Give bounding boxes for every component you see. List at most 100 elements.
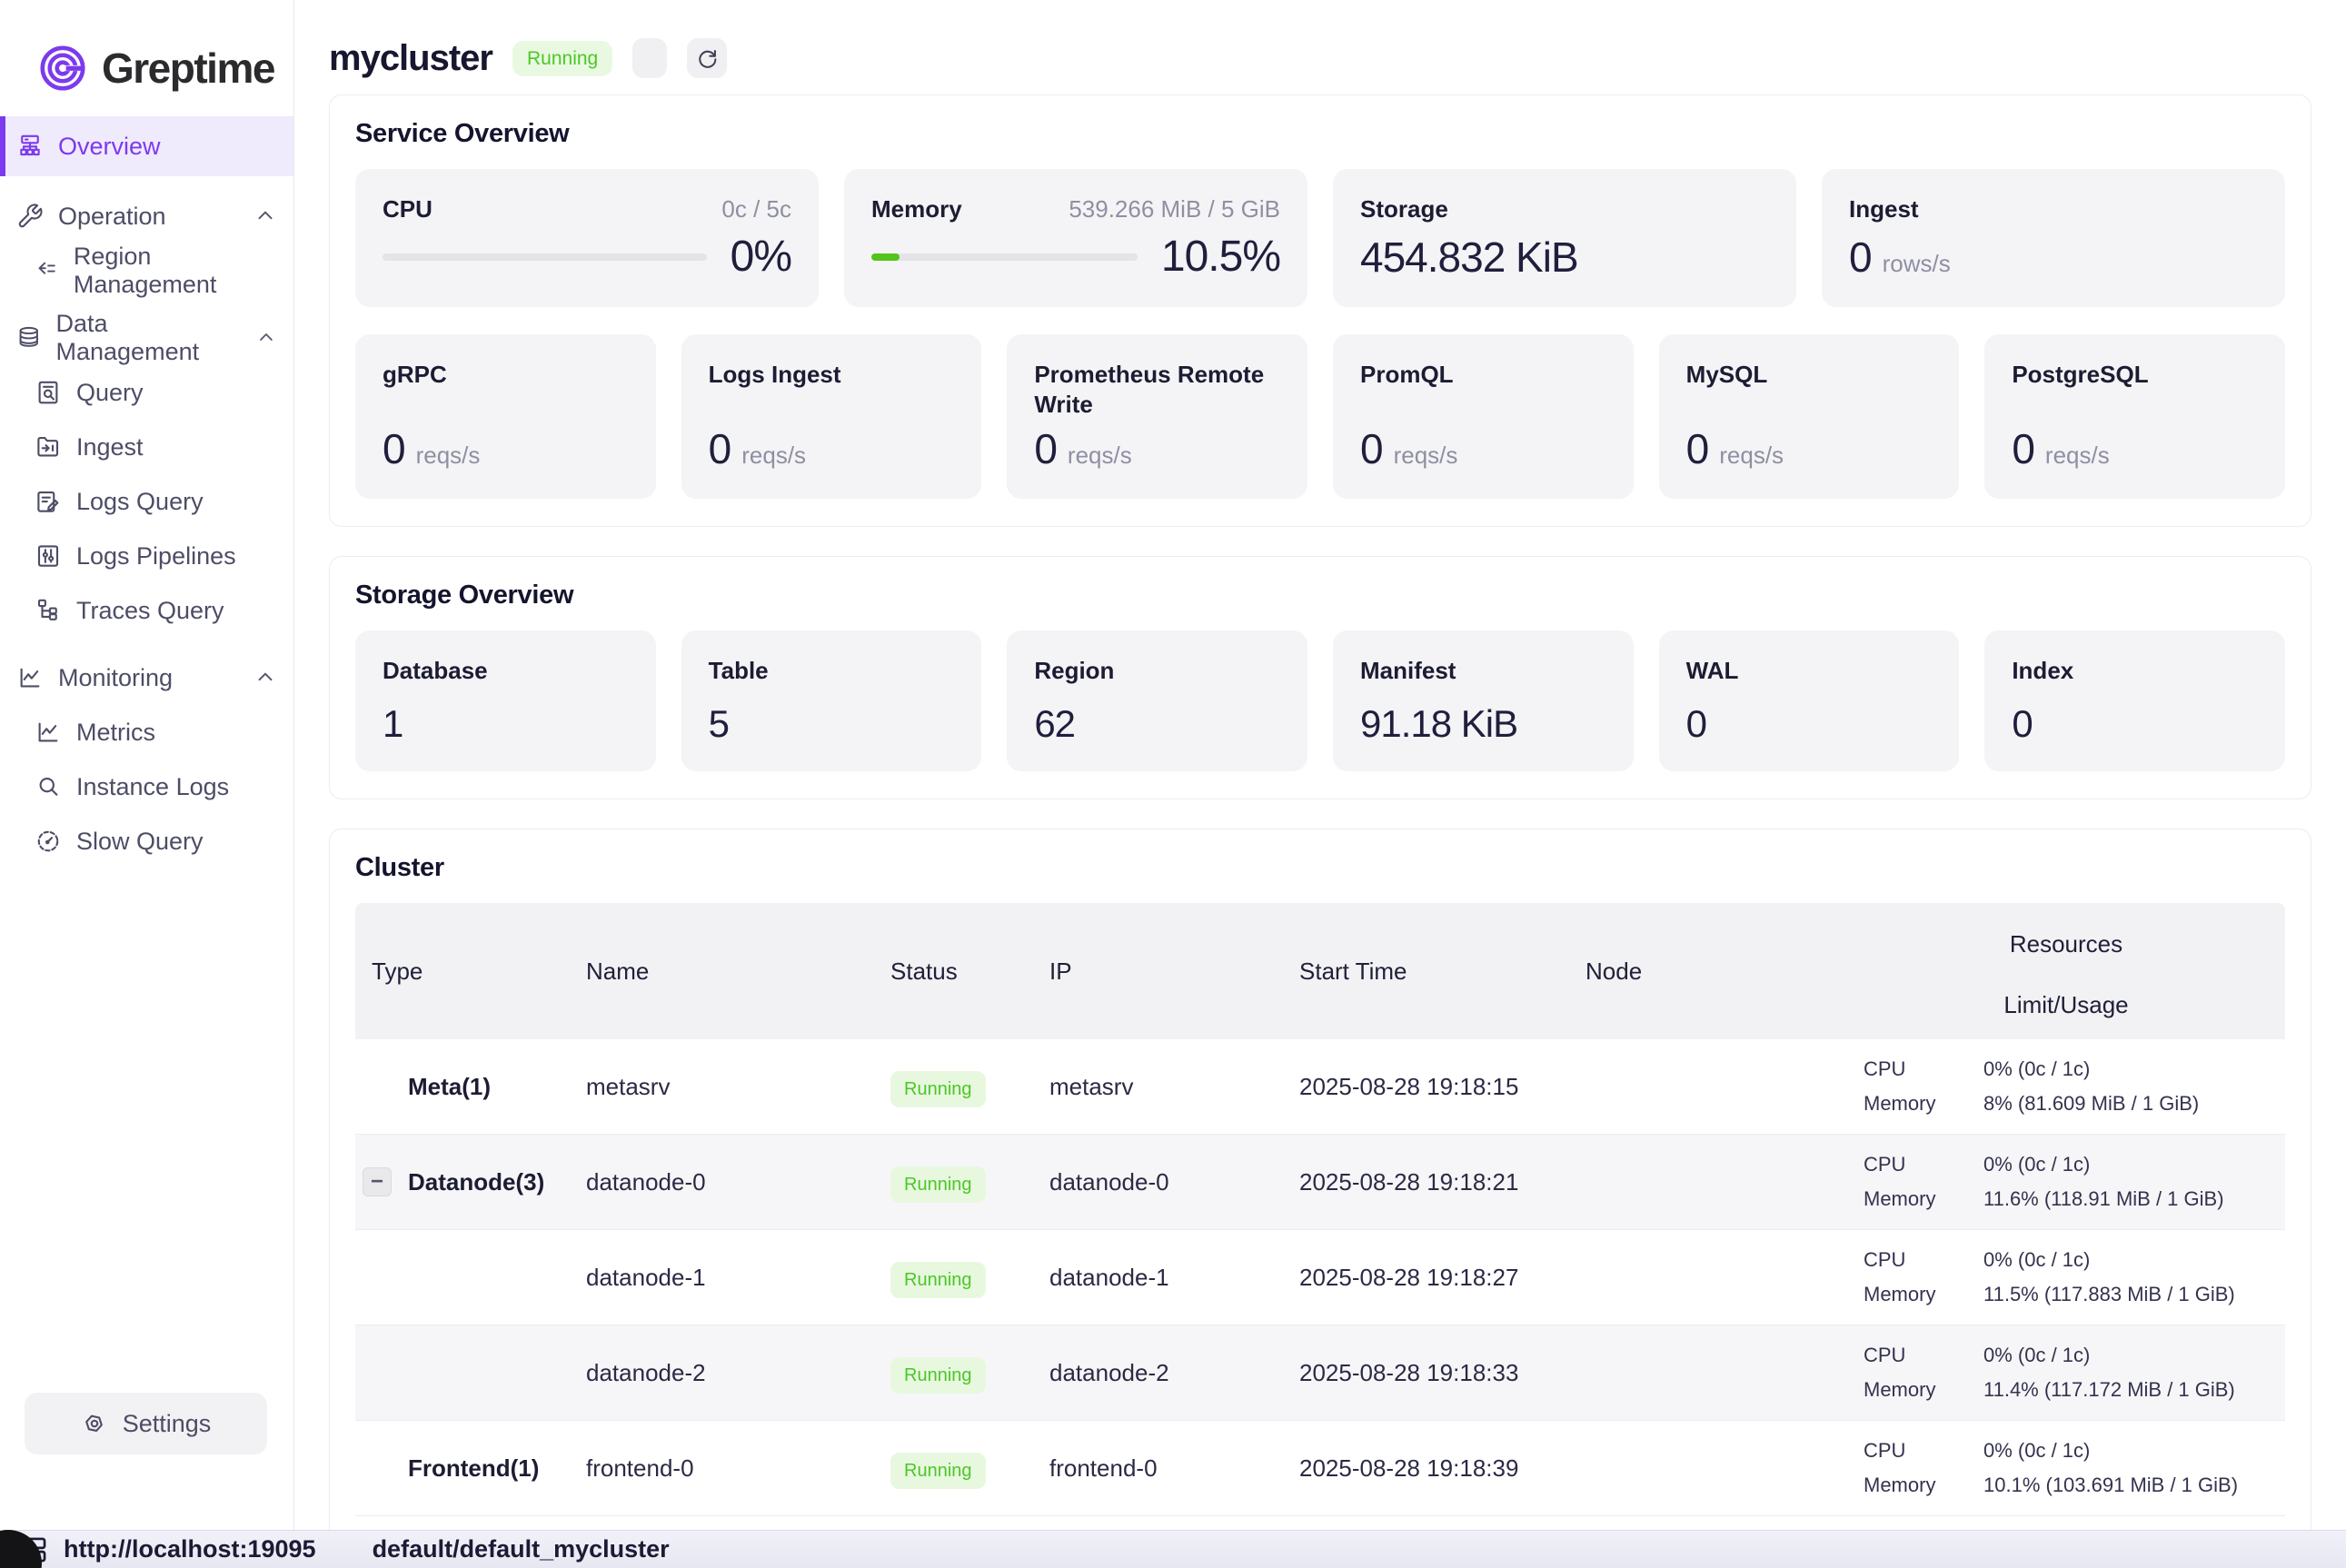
memory-resource-value: 11.5% (117.883 MiB / 1 GiB)	[1983, 1283, 2285, 1306]
ingest-card: Ingest 0 rows/s	[1822, 169, 2285, 307]
cpu-progress-track	[383, 253, 707, 261]
memory-card: Memory 539.266 MiB / 5 GiB 10.5%	[844, 169, 1307, 307]
status-badge: Running	[890, 1166, 986, 1203]
settings-label: Settings	[123, 1410, 212, 1438]
settings-button[interactable]: Settings	[25, 1393, 267, 1454]
cell-resources: CPU 0% (0c / 1c) Memory 11.5% (117.883 M…	[1847, 1236, 2285, 1319]
cpu-resource-value: 0% (0c / 1c)	[1983, 1057, 2285, 1081]
main-content: mycluster Running Service Overview CPU 0…	[294, 0, 2346, 1530]
gauge-icon	[35, 828, 62, 855]
rate-card: Logs Ingest 0 reqs/s	[681, 334, 982, 499]
column-header-ip: IP	[1039, 958, 1288, 986]
page-header: mycluster Running	[294, 0, 2346, 91]
sidebar-group-label: Data Management	[56, 310, 242, 366]
sidebar-item-instance-logs[interactable]: Instance Logs	[0, 759, 293, 814]
cell-status: Running	[880, 1264, 1039, 1292]
rate-unit: reqs/s	[741, 442, 806, 470]
collapse-toggle[interactable]: −	[363, 1167, 392, 1196]
ingest-label: Ingest	[1849, 194, 2258, 224]
cell-start-time: 2025-08-28 19:18:39	[1288, 1454, 1575, 1483]
metrics-icon	[35, 719, 62, 746]
refresh-button[interactable]	[687, 38, 727, 78]
sidebar-item-logs-query[interactable]: Logs Query	[0, 474, 293, 529]
storage-value: 454.832 KiB	[1360, 233, 1578, 282]
greptime-logo[interactable]: Greptime	[0, 0, 293, 116]
memory-resource-value: 8% (81.609 MiB / 1 GiB)	[1983, 1092, 2285, 1116]
section-title: Storage Overview	[355, 581, 2285, 610]
storage-stat-card: Manifest 91.18 KiB	[1333, 630, 1634, 771]
sidebar-item-label: Region Management	[74, 243, 277, 299]
cell-ip: datanode-1	[1039, 1264, 1288, 1292]
sidebar-group-monitoring[interactable]: Monitoring	[0, 650, 293, 705]
rate-card: PromQL 0 reqs/s	[1333, 334, 1634, 499]
column-header-start-time: Start Time	[1288, 958, 1575, 986]
cell-status: Running	[880, 1168, 1039, 1196]
sidebar-item-ingest[interactable]: Ingest	[0, 420, 293, 474]
memory-progress-fill	[871, 253, 900, 261]
storage-card: Storage 454.832 KiB	[1333, 169, 1796, 307]
database-icon	[16, 324, 42, 352]
sidebar: Greptime Overview Operation Region Manag…	[0, 0, 294, 1530]
server-url[interactable]: http://localhost:19095	[64, 1535, 316, 1563]
rate-value: 0	[1360, 424, 1383, 473]
status-badge: Running	[890, 1262, 986, 1298]
cell-status: Running	[880, 1359, 1039, 1387]
rate-label: Prometheus Remote Write	[1034, 360, 1280, 419]
rate-card: gRPC 0 reqs/s	[355, 334, 656, 499]
column-header-type: Type	[355, 958, 575, 986]
sidebar-item-query[interactable]: Query	[0, 365, 293, 420]
table-row: − datanode-2 Running datanode-2 2025-08-…	[355, 1325, 2285, 1421]
cpu-percent: 0%	[731, 232, 791, 282]
sidebar-item-label: Instance Logs	[76, 773, 229, 801]
cluster-table-header: Type Name Status IP Start Time Node Reso…	[355, 903, 2285, 1039]
refresh-icon	[695, 46, 720, 71]
cell-name: metasrv	[575, 1073, 880, 1101]
cpu-resource-label: CPU	[1864, 1248, 1983, 1272]
column-header-name: Name	[575, 958, 880, 986]
sidebar-item-metrics[interactable]: Metrics	[0, 705, 293, 759]
sidebar-item-logs-pipelines[interactable]: Logs Pipelines	[0, 529, 293, 583]
page-title: mycluster	[329, 38, 492, 79]
sidebar-group-data-management[interactable]: Data Management	[0, 311, 293, 365]
service-overview-section: Service Overview CPU 0c / 5c 0% Memory 5…	[329, 94, 2311, 527]
cell-ip: metasrv	[1039, 1073, 1288, 1101]
memory-limit: 539.266 MiB / 5 GiB	[1069, 195, 1280, 223]
chevron-up-icon[interactable]	[253, 666, 277, 690]
storage-stat-card: Table 5	[681, 630, 982, 771]
type-text: Datanode(3)	[408, 1168, 544, 1196]
cell-ip: datanode-2	[1039, 1359, 1288, 1387]
sidebar-item-slow-query[interactable]: Slow Query	[0, 814, 293, 868]
region-management-icon	[35, 257, 59, 284]
storage-cards: Database 1 Table 5 Region 62 Manifest 91…	[355, 630, 2285, 771]
current-database[interactable]: default/default_mycluster	[373, 1535, 670, 1563]
overview-icon	[16, 133, 44, 160]
copy-button[interactable]	[632, 38, 667, 78]
cell-start-time: 2025-08-28 19:18:21	[1288, 1168, 1575, 1196]
rate-value: 0	[383, 424, 405, 473]
table-row: − Datanode(3) datanode-0 Running datanod…	[355, 1135, 2285, 1230]
greptime-logo-text: Greptime	[102, 44, 274, 93]
sidebar-item-region-management[interactable]: Region Management	[0, 243, 293, 298]
rate-value: 0	[1034, 424, 1057, 473]
cell-name: datanode-2	[575, 1359, 880, 1387]
status-bar: http://localhost:19095 default/default_m…	[0, 1530, 2346, 1568]
query-icon	[35, 379, 62, 406]
rate-label: Logs Ingest	[709, 360, 955, 390]
cpu-resource-label: CPU	[1864, 1057, 1983, 1081]
sidebar-item-overview[interactable]: Overview	[0, 116, 293, 176]
cell-resources: CPU 0% (0c / 1c) Memory 8% (81.609 MiB /…	[1847, 1045, 2285, 1128]
storage-overview-section: Storage Overview Database 1 Table 5 Regi…	[329, 556, 2311, 799]
stat-value: 0	[1686, 702, 1933, 746]
sidebar-group-operation[interactable]: Operation	[0, 189, 293, 243]
cpu-resource-value: 0% (0c / 1c)	[1983, 1344, 2285, 1367]
ingest-value: 0	[1849, 233, 1872, 282]
cell-ip: frontend-0	[1039, 1454, 1288, 1483]
cell-status: Running	[880, 1073, 1039, 1101]
wrench-icon	[16, 203, 44, 230]
stat-value: 0	[2012, 702, 2258, 746]
stat-label: Manifest	[1360, 656, 1606, 686]
memory-resource-label: Memory	[1864, 1187, 1983, 1211]
chevron-up-icon[interactable]	[253, 204, 277, 228]
chevron-up-icon[interactable]	[255, 326, 277, 350]
sidebar-item-traces-query[interactable]: Traces Query	[0, 583, 293, 638]
